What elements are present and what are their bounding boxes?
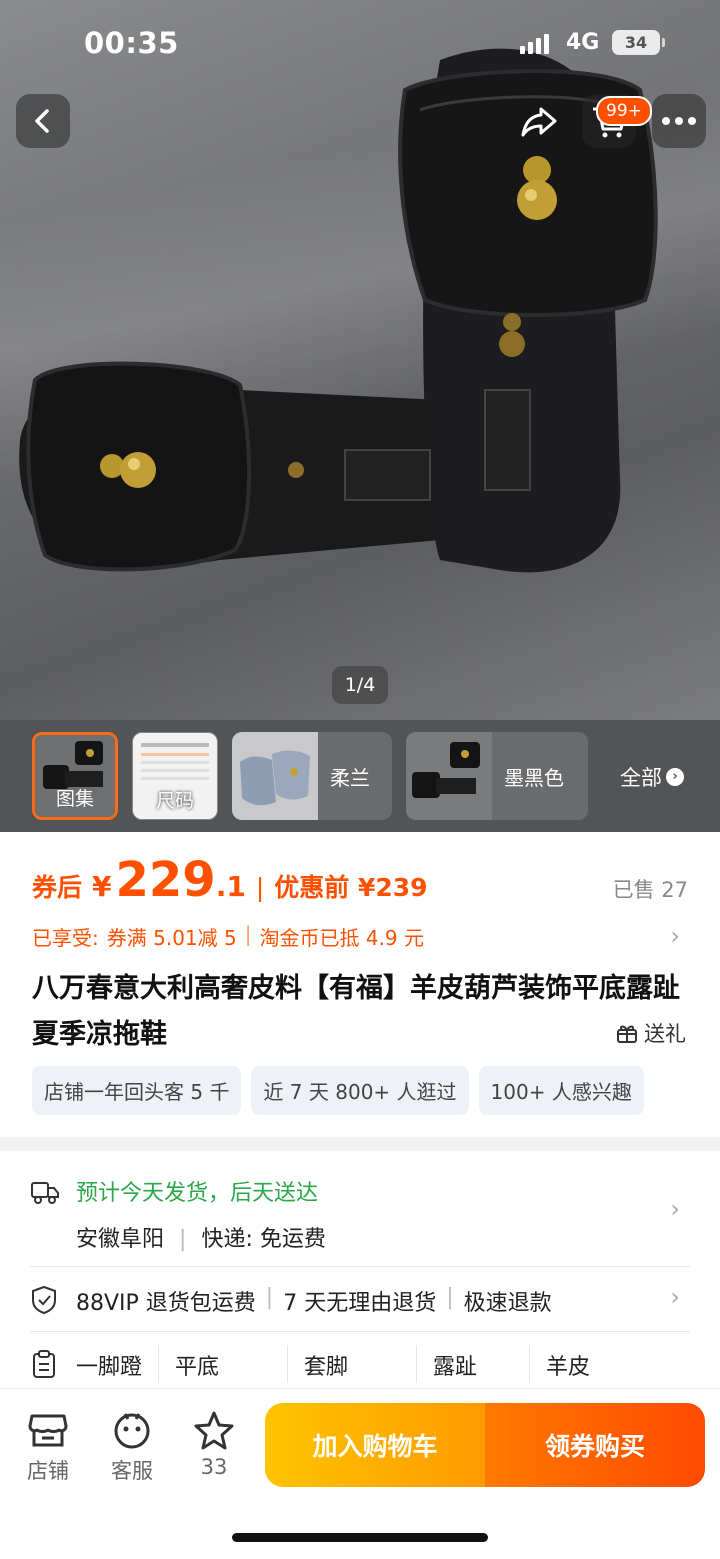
color-image-roulan xyxy=(232,732,318,820)
sold-count: 已售 27 xyxy=(612,878,688,902)
shipping-chevron-icon[interactable]: › xyxy=(670,1195,680,1223)
product-title: 八万春意大利高奢皮料【有福】羊皮葫芦装饰平底露趾夏季凉拖鞋 xyxy=(32,973,680,1050)
home-indicator[interactable] xyxy=(232,1533,488,1542)
price-section: 券后 ¥ 229 .1 | 优惠前 ¥239 已售 27 已享受: 券满 5.0… xyxy=(0,832,720,1137)
customer-service-icon xyxy=(114,1413,150,1449)
thumbnail-label: 尺码 xyxy=(155,790,194,812)
signal-icon xyxy=(520,32,549,54)
currency-symbol: ¥ xyxy=(92,870,112,903)
gift-icon xyxy=(617,1025,637,1043)
share-button[interactable] xyxy=(512,94,566,148)
customer-service-button[interactable]: 客服 xyxy=(102,1411,162,1485)
shipping-origin: 安徽阜阳 xyxy=(76,1227,165,1252)
gift-button[interactable]: 送礼 xyxy=(616,1018,686,1048)
chevron-right-icon[interactable]: › xyxy=(670,922,680,950)
cart-count-badge: 99+ xyxy=(596,96,652,126)
return-policy[interactable]: 88VIP 退货包运费 | 7 天无理由退货 | 极速退款 xyxy=(76,1285,552,1317)
thumbnail-gallery[interactable]: 图集 xyxy=(32,732,118,820)
star-icon xyxy=(194,1411,234,1450)
tag-chip: 近 7 天 800+ 人逛过 xyxy=(251,1066,469,1115)
add-to-cart-button[interactable]: 加入购物车 xyxy=(265,1403,485,1487)
chevron-right-icon: › xyxy=(666,768,684,786)
customer-service-label: 客服 xyxy=(111,1459,153,1483)
attribute-divider xyxy=(158,1345,160,1383)
more-button[interactable] xyxy=(652,94,706,148)
return-divider: | xyxy=(446,1285,454,1310)
thumbnail-label: 墨黑色 xyxy=(504,766,564,790)
thumbnail-color-mohei[interactable]: 墨黑色 xyxy=(406,732,588,820)
return-88vip: 88VIP 退货包运费 xyxy=(76,1291,256,1316)
thumbnail-color-roulan[interactable]: 柔兰 xyxy=(232,732,392,820)
attribute-item: 露趾 xyxy=(433,1355,478,1380)
clipboard-icon xyxy=(33,1350,55,1378)
product-image-gallery[interactable]: 00:35 4G 34 99+ 1/4 xyxy=(0,0,720,720)
attribute-item: 一脚蹬 xyxy=(76,1355,143,1380)
back-button[interactable] xyxy=(16,94,70,148)
attribute-divider xyxy=(287,1345,289,1383)
promo-divider: | xyxy=(244,922,252,946)
shipping-info: 安徽阜阳 | 快递: 免运费 xyxy=(76,1221,326,1253)
shipping-delivery: 快递: 免运费 xyxy=(201,1227,326,1252)
price-integer: 229 xyxy=(115,852,216,908)
status-bar: 00:35 4G 34 xyxy=(0,0,720,90)
thumbnail-label: 柔兰 xyxy=(330,766,370,790)
price-separator: | xyxy=(255,873,265,902)
attribute-divider xyxy=(416,1345,418,1383)
chevron-left-icon xyxy=(35,109,49,133)
return-fast: 极速退款 xyxy=(463,1291,552,1316)
attribute-divider xyxy=(529,1345,531,1383)
promo-coins: 淘金币已抵 4.9 元 xyxy=(259,926,425,950)
original-price: 优惠前 ¥239 xyxy=(274,873,428,902)
price-decimal: .1 xyxy=(215,870,246,903)
promo-coupon: 券满 5.01减 5 xyxy=(106,926,237,950)
shipping-divider: | xyxy=(179,1227,187,1252)
promo-enjoyed-label: 已享受: xyxy=(32,926,99,950)
price-row: 券后 ¥ 229 .1 | 优惠前 ¥239 xyxy=(32,852,428,908)
favorites-count: 33 xyxy=(200,1455,228,1479)
promo-row[interactable]: 已享受: 券满 5.01减 5 | 淘金币已抵 4.9 元 xyxy=(32,922,424,951)
return-7day: 7 天无理由退货 xyxy=(283,1291,437,1316)
status-time: 00:35 xyxy=(84,26,179,60)
return-divider: | xyxy=(265,1285,274,1310)
shop-button[interactable]: 店铺 xyxy=(18,1411,78,1485)
row-divider xyxy=(30,1266,690,1267)
view-all-link[interactable]: 全部 › xyxy=(620,762,684,792)
store-icon xyxy=(28,1414,68,1447)
attribute-row[interactable]: 一脚蹬 平底 套脚 露趾 羊皮 xyxy=(76,1345,591,1383)
shop-label: 店铺 xyxy=(27,1459,69,1483)
tag-chip: 100+ 人感兴趣 xyxy=(478,1066,644,1115)
more-dots-icon xyxy=(662,117,696,125)
tag-chip: 店铺一年回头客 5 千 xyxy=(32,1066,242,1115)
shield-icon xyxy=(32,1285,56,1315)
tag-row: 店铺一年回头客 5 千 近 7 天 800+ 人逛过 100+ 人感兴趣 xyxy=(32,1066,692,1115)
product-page: 00:35 4G 34 99+ 1/4 图集 尺码 柔兰 墨黑色 全部 › 券后… xyxy=(0,0,720,1559)
gift-label: 送礼 xyxy=(644,1022,686,1046)
thumbnail-label: 图集 xyxy=(55,788,94,810)
truck-icon xyxy=(31,1182,59,1204)
attribute-item: 羊皮 xyxy=(546,1355,591,1380)
color-image-mohei xyxy=(406,732,492,820)
network-type: 4G xyxy=(566,30,600,55)
thumbnail-strip: 图集 尺码 柔兰 墨黑色 全部 › xyxy=(0,720,720,832)
section-divider xyxy=(0,1137,720,1151)
favorite-button[interactable]: 33 xyxy=(184,1411,244,1479)
attribute-item: 平底 xyxy=(175,1355,220,1380)
attribute-item: 套脚 xyxy=(304,1355,349,1380)
view-all-label: 全部 xyxy=(620,766,662,790)
after-coupon-label: 券后 xyxy=(32,873,83,902)
image-counter: 1/4 xyxy=(332,666,388,704)
returns-chevron-icon[interactable]: › xyxy=(670,1283,680,1311)
service-section: 预计今天发货，后天送达 安徽阜阳 | 快递: 免运费 › 88VIP 退货包运费… xyxy=(0,1151,720,1391)
battery-icon: 34 xyxy=(612,30,665,55)
shipping-eta: 预计今天发货，后天送达 xyxy=(76,1181,319,1206)
buy-with-coupon-button[interactable]: 领券购买 xyxy=(485,1403,705,1487)
row-divider xyxy=(30,1331,690,1332)
thumbnail-size-chart[interactable]: 尺码 xyxy=(132,732,218,820)
share-icon xyxy=(521,107,557,137)
